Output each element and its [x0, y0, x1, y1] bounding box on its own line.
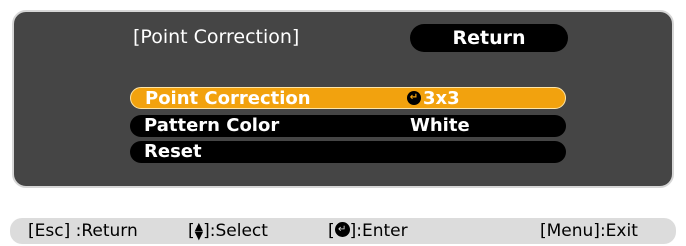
menu-item-value: ↵ 3x3: [407, 88, 460, 110]
enter-icon: ↵: [407, 90, 421, 105]
menu-item-label: Pattern Color: [144, 115, 280, 136]
help-esc: [Esc] :Return: [28, 218, 138, 244]
enter-suffix: ]:Enter: [349, 221, 408, 241]
menu-title: [Point Correction]: [133, 26, 300, 48]
help-bar: [Esc] :Return [▲ ▼]:Select [↵]:Enter [Men…: [10, 218, 676, 244]
select-suffix: ]:Select: [203, 221, 268, 241]
help-select: [▲ ▼]:Select: [188, 218, 268, 244]
help-enter: [↵]:Enter: [328, 218, 408, 244]
menu-item-label: Reset: [144, 141, 202, 162]
up-down-arrow-icon: ▲ ▼: [194, 220, 204, 242]
select-prefix: [: [188, 221, 195, 241]
enter-prefix: [: [328, 221, 335, 241]
enter-icon: ↵: [334, 222, 350, 237]
pattern-color-value: White: [410, 115, 470, 136]
point-correction-value: 3x3: [423, 88, 460, 109]
menu-item-reset[interactable]: Reset: [130, 141, 566, 163]
menu-item-point-correction[interactable]: Point Correction ↵ 3x3: [130, 87, 566, 109]
esc-key: [Esc]: [28, 221, 71, 241]
menu-item-pattern-color[interactable]: Pattern Color White: [130, 115, 566, 137]
esc-action: :Return: [75, 221, 138, 241]
menu-item-label: Point Correction: [145, 88, 311, 109]
return-button[interactable]: Return: [410, 24, 568, 52]
help-menu-exit: [Menu]:Exit: [540, 221, 638, 241]
